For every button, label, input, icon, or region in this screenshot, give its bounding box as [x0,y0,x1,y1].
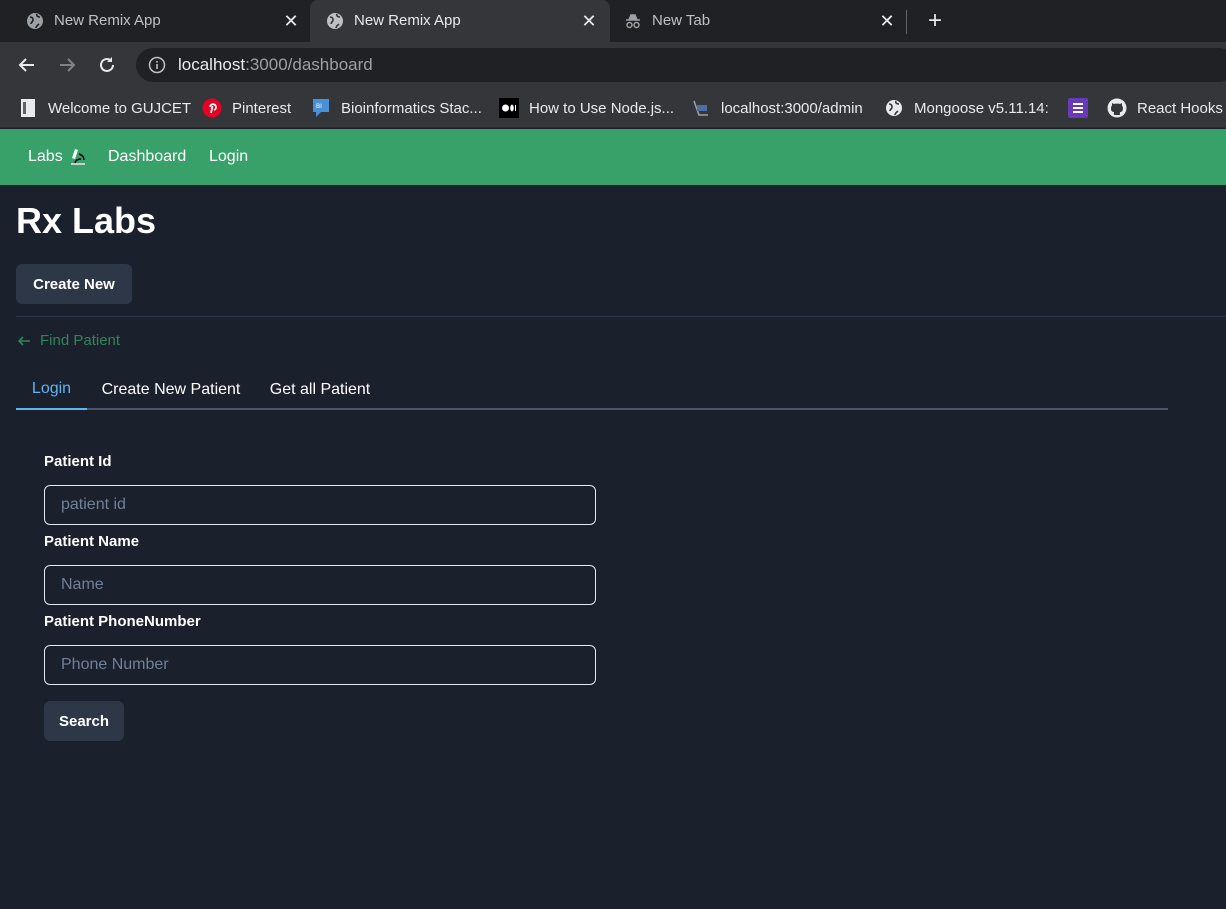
browser-tab-strip: New Remix App ✕ New Remix App ✕ New Tab … [0,0,1226,42]
bookmark-label: React Hooks - [1137,99,1226,117]
patient-id-label: Patient Id [44,453,112,470]
nav-link-dashboard[interactable]: Dashboard [108,148,186,166]
bookmark-nodejs[interactable]: How to Use Node.js... [499,96,674,120]
forward-button[interactable] [54,52,80,78]
find-patient-link[interactable]: Find Patient [16,332,120,349]
page-icon [691,98,711,118]
tab-get-all-patient[interactable]: Get all Patient [255,370,385,410]
tab-login[interactable]: Login [16,370,87,410]
microscope-icon [70,149,85,165]
bookmark-label: Welcome to GUJCET [48,99,192,117]
list-icon [1068,98,1088,118]
tab-create-new-patient[interactable]: Create New Patient [87,370,255,410]
create-new-button[interactable]: Create New [16,264,132,304]
new-tab-button[interactable]: + [922,7,948,34]
url-host: localhost [178,55,246,74]
page-title: Rx Labs [16,200,157,241]
globe-icon [327,13,343,29]
nav-brand-label: Labs [28,148,63,165]
arrow-left-icon [17,335,30,346]
patient-name-input[interactable] [44,565,596,605]
pinterest-icon [202,98,222,118]
patient-phone-label: Patient PhoneNumber [44,613,201,630]
browser-toolbar: localhost:3000/dashboard [0,42,1226,88]
reload-icon [100,57,114,72]
app-navbar: Labs Dashboard Login [0,129,1226,185]
bookmark-label: localhost:3000/admin [721,99,863,117]
bookmark-label: Mongoose v5.11.14: [914,99,1049,117]
bookmark-pinterest[interactable]: Pinterest [202,96,291,120]
bookmark-label: How to Use Node.js... [529,99,675,117]
patient-phone-input[interactable] [44,645,596,685]
patient-id-input[interactable] [44,485,596,525]
globe-icon [884,98,904,118]
url-path: :3000/dashboard [245,55,373,74]
bookmark-mongoose[interactable]: Mongoose v5.11.14: [884,96,1049,120]
bookmark-bioinformatics[interactable]: BI Bioinformatics Stac... [311,96,482,120]
bookmark-label: Bioinformatics Stac... [341,99,482,117]
search-button[interactable]: Search [44,701,124,741]
browser-tab-title: New Remix App [54,12,161,29]
browser-tab-3[interactable]: New Tab ✕ [610,0,906,42]
nav-link-login[interactable]: Login [209,148,248,166]
bookmark-admin[interactable]: localhost:3000/admin [691,96,863,120]
medium-icon [499,98,519,118]
stackexchange-icon: BI [311,98,331,118]
close-icon[interactable]: ✕ [578,10,600,32]
address-bar[interactable]: localhost:3000/dashboard [136,48,1226,82]
globe-icon [27,13,43,29]
nav-brand[interactable]: Labs [28,148,87,166]
bookmarks-bar: Welcome to GUJCET Pinterest BI Bioinform… [0,88,1226,128]
arrow-right-icon [60,58,76,72]
page-icon [18,98,38,118]
bookmark-list[interactable] [1068,96,1088,120]
back-button[interactable] [14,52,40,78]
bookmark-gujcet[interactable]: Welcome to GUJCET [18,96,191,120]
browser-tab-title: New Remix App [354,12,461,29]
close-icon[interactable]: ✕ [280,10,302,32]
svg-text:BI: BI [316,103,322,110]
info-icon[interactable] [148,56,166,74]
divider [16,316,1226,317]
patient-name-label: Patient Name [44,533,140,550]
find-patient-label: Find Patient [40,332,121,349]
github-icon [1107,98,1127,118]
browser-tab-2[interactable]: New Remix App ✕ [310,0,610,42]
bookmark-label: Pinterest [232,99,292,117]
reload-button[interactable] [94,52,120,78]
url-text: localhost:3000/dashboard [178,55,373,75]
browser-tab-1[interactable]: New Remix App ✕ [10,0,310,42]
close-icon[interactable]: ✕ [876,10,898,32]
arrow-left-icon [18,58,34,72]
patient-tabs: Login Create New Patient Get all Patient [16,370,1168,410]
bookmark-react-hooks[interactable]: React Hooks - [1107,96,1226,120]
browser-tab-title: New Tab [652,12,711,29]
tab-separator [906,10,907,34]
incognito-icon [626,14,640,29]
